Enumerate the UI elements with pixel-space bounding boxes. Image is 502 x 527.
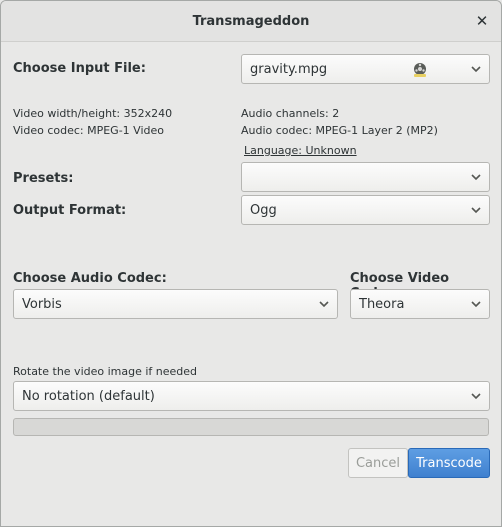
cancel-button[interactable]: Cancel: [348, 448, 408, 478]
audio-codec-value: Vorbis: [22, 296, 62, 312]
chevron-down-icon: [319, 301, 329, 308]
chevron-down-icon: [471, 301, 481, 308]
presets-dropdown[interactable]: [241, 162, 490, 192]
output-format-dropdown[interactable]: Ogg: [241, 195, 490, 225]
video-codec-info: Video codec: MPEG-1 Video: [13, 124, 164, 137]
input-file-label: Choose Input File:: [13, 61, 146, 76]
video-codec-dropdown[interactable]: Theora: [350, 289, 490, 319]
input-file-chooser[interactable]: gravity.mpg: [241, 54, 490, 84]
transcode-button[interactable]: Transcode: [408, 448, 490, 478]
close-icon[interactable]: ✕: [473, 12, 491, 30]
transmageddon-window: Transmageddon ✕ Choose Input File: gravi…: [0, 0, 502, 527]
presets-label: Presets:: [13, 171, 74, 186]
audio-channels-info: Audio channels: 2: [241, 107, 340, 120]
rotation-label: Rotate the video image if needed: [13, 365, 198, 378]
title-bar: Transmageddon ✕: [1, 1, 501, 42]
chevron-down-icon: [471, 393, 481, 400]
audio-codec-dropdown[interactable]: Vorbis: [13, 289, 338, 319]
language-info: Language: Unknown: [244, 144, 357, 157]
chevron-down-icon: [471, 174, 481, 181]
chevron-down-icon: [471, 207, 481, 214]
film-reel-icon: [414, 63, 426, 77]
video-codec-value: Theora: [359, 296, 405, 312]
audio-codec-info: Audio codec: MPEG-1 Layer 2 (MP2): [241, 124, 438, 137]
video-size-info: Video width/height: 352x240: [13, 107, 173, 120]
output-format-label: Output Format:: [13, 203, 127, 218]
output-format-value: Ogg: [250, 202, 277, 218]
progress-bar: [13, 418, 489, 436]
input-file-value: gravity.mpg: [250, 61, 328, 77]
window-title: Transmageddon: [192, 13, 310, 29]
rotation-value: No rotation (default): [22, 388, 155, 404]
chevron-down-icon: [471, 66, 481, 73]
audio-codec-label: Choose Audio Codec:: [13, 271, 167, 286]
rotation-dropdown[interactable]: No rotation (default): [13, 381, 490, 411]
